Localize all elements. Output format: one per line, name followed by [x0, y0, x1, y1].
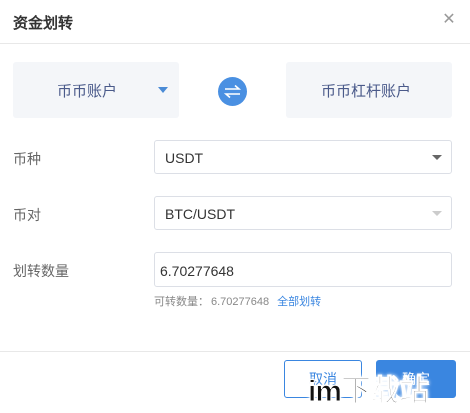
- footer-divider: [0, 351, 470, 352]
- to-account-label: 币币杠杆账户: [321, 83, 412, 100]
- chevron-down-icon: [432, 211, 442, 216]
- amount-input[interactable]: 6.70277648: [154, 252, 452, 287]
- currency-label: 币种: [13, 151, 41, 167]
- chevron-down-icon: [432, 155, 442, 160]
- pair-value: BTC/USDT: [165, 206, 235, 222]
- currency-value: USDT: [165, 150, 204, 166]
- available-label: 可转数量：: [154, 296, 209, 308]
- to-account-display: 币币杠杆账户: [286, 62, 452, 118]
- amount-value: 6.70277648: [160, 263, 234, 279]
- from-account-label: 币币账户: [57, 83, 118, 100]
- transfer-dialog: 资金划转 ✕ 币币账户 币币杠杆账户 币种 USDT 币对 BTC/USDT 划…: [0, 0, 470, 413]
- available-hint: 可转数量： 6.70277648 全部划转: [154, 293, 321, 309]
- swap-arrows-icon[interactable]: [218, 77, 247, 106]
- transfer-all-link[interactable]: 全部划转: [277, 296, 321, 308]
- watermark: im下载站: [307, 375, 429, 409]
- close-icon[interactable]: ✕: [440, 11, 458, 29]
- currency-select[interactable]: USDT: [154, 140, 452, 174]
- available-value: 6.70277648: [211, 296, 270, 308]
- from-account-select[interactable]: 币币账户: [13, 62, 179, 118]
- pair-label: 币对: [13, 207, 41, 223]
- pair-select[interactable]: BTC/USDT: [154, 196, 452, 230]
- amount-label: 划转数量: [13, 263, 69, 279]
- dialog-header: 资金划转 ✕: [0, 0, 470, 44]
- dialog-title: 资金划转: [13, 15, 74, 32]
- chevron-down-icon: [158, 87, 168, 93]
